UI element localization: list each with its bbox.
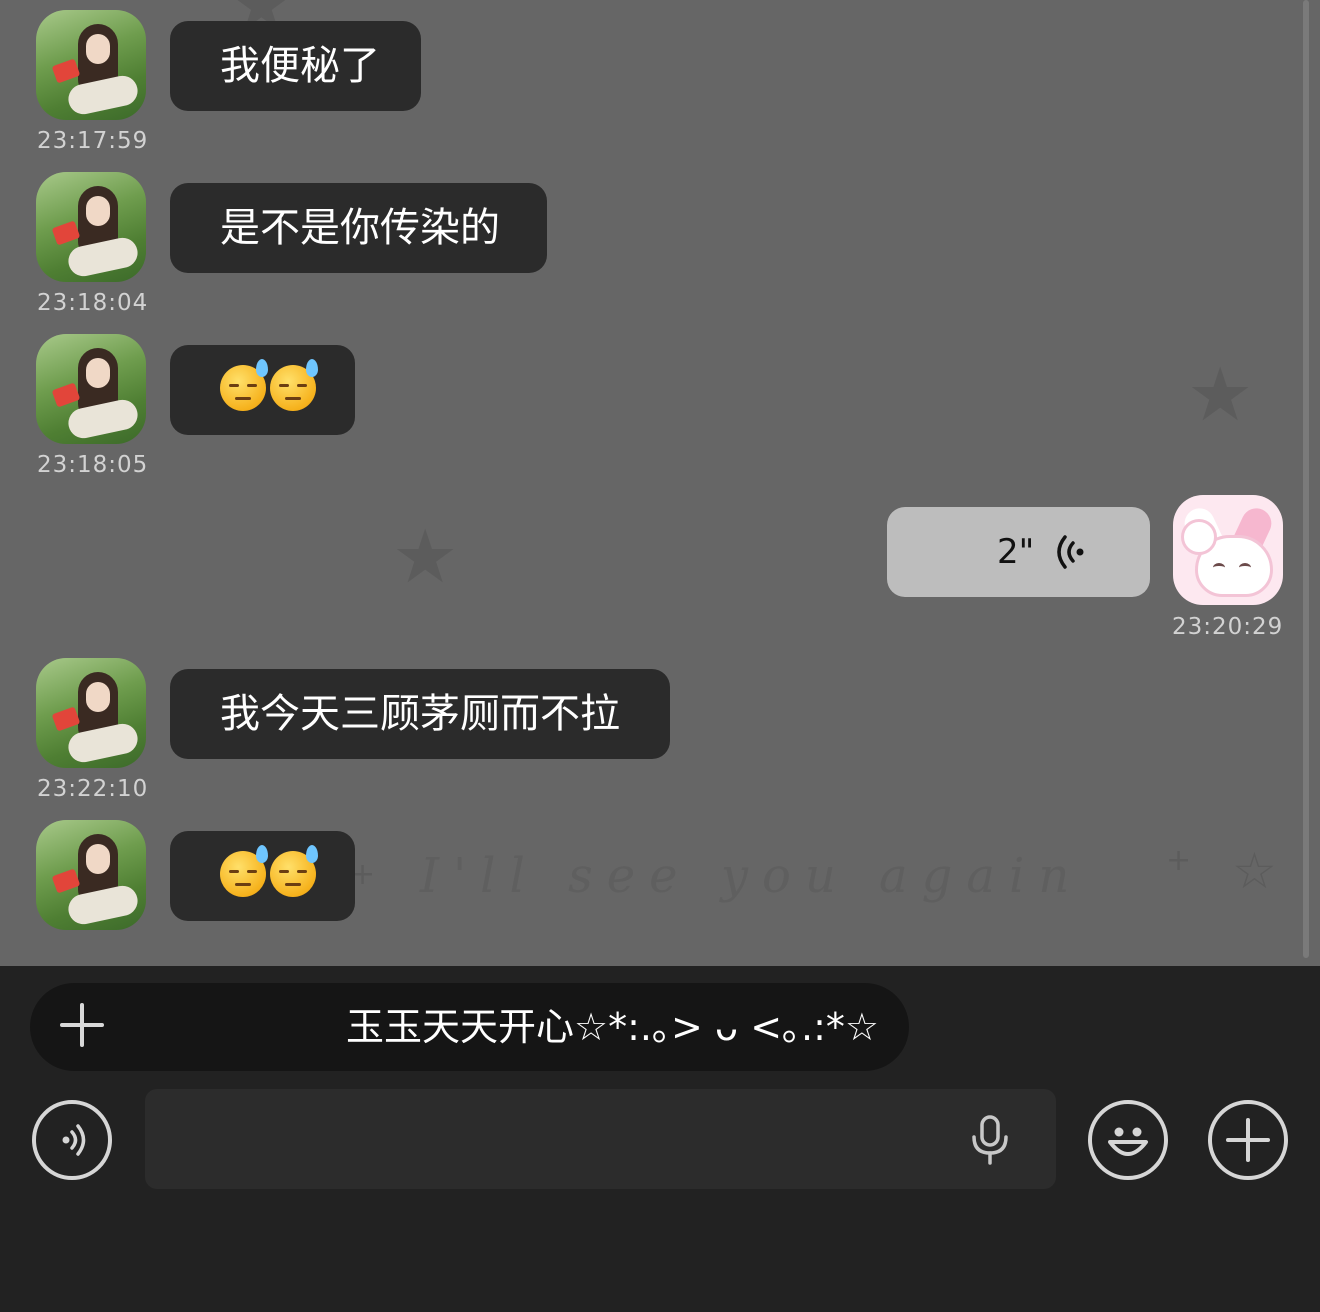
quick-reply-text[interactable]: 玉玉天天开心☆*:.｡> ᴗ <｡.:*☆ (346, 983, 879, 1071)
downcast-sweat-emoji-icon (270, 359, 318, 411)
message-text: 我便秘了 (220, 43, 380, 89)
emoji-message-bubble[interactable] (170, 831, 355, 921)
contact-avatar[interactable] (36, 172, 146, 282)
microphone-icon[interactable] (968, 1115, 1012, 1167)
emoji-icon (1108, 1127, 1148, 1156)
input-panel: 玉玉天天开心☆*:.｡> ᴗ <｡.:*☆ (0, 966, 1320, 1312)
contact-avatar[interactable] (36, 658, 146, 768)
plus-icon (1226, 1118, 1270, 1162)
background-sparkle-icon: + (1166, 843, 1192, 878)
quick-add-plus-icon[interactable] (60, 1003, 104, 1047)
message-timestamp: 23:18:05 (37, 452, 149, 478)
voice-wave-icon (1057, 535, 1084, 569)
message-timestamp: 23:22:10 (37, 776, 149, 802)
message-timestamp: 23:17:59 (37, 128, 149, 154)
message-input-field[interactable] (165, 1089, 949, 1191)
more-button[interactable] (1208, 1100, 1288, 1180)
scrollbar[interactable] (1303, 0, 1309, 958)
message-bubble[interactable]: 是不是你传染的 (170, 183, 547, 273)
contact-avatar[interactable] (36, 334, 146, 444)
voice-toggle-button[interactable] (32, 1100, 112, 1180)
message-timestamp: 23:20:29 (1172, 614, 1284, 640)
my-avatar[interactable] (1173, 495, 1283, 605)
background-star-icon: ★ (392, 514, 459, 600)
downcast-sweat-emoji-icon (220, 845, 268, 897)
background-watermark: I'll see you again (420, 848, 1084, 904)
message-bubble[interactable]: 我今天三顾茅厕而不拉 (170, 669, 670, 759)
message-bubble[interactable]: 我便秘了 (170, 21, 421, 111)
downcast-sweat-emoji-icon (270, 845, 318, 897)
chat-area[interactable]: ★ ★ ★ ☆ + + I'll see you again 我便秘了 23:1… (0, 0, 1320, 966)
voice-duration: 2" (997, 532, 1035, 572)
contact-avatar[interactable] (36, 820, 146, 930)
downcast-sweat-emoji-icon (220, 359, 268, 411)
message-timestamp: 23:18:04 (37, 290, 149, 316)
background-star-icon: ★ (1187, 352, 1254, 438)
message-text: 是不是你传染的 (220, 205, 500, 251)
message-input[interactable] (145, 1089, 1056, 1191)
emoji-message-bubble[interactable] (170, 345, 355, 435)
voice-icon (62, 1124, 86, 1156)
contact-avatar[interactable] (36, 10, 146, 120)
emoji-button[interactable] (1088, 1100, 1168, 1180)
background-star-icon: ☆ (1232, 842, 1277, 900)
quick-reply-bar[interactable]: 玉玉天天开心☆*:.｡> ᴗ <｡.:*☆ (30, 983, 909, 1071)
voice-message-bubble[interactable]: 2" (887, 507, 1150, 597)
message-text: 我今天三顾茅厕而不拉 (220, 691, 620, 737)
